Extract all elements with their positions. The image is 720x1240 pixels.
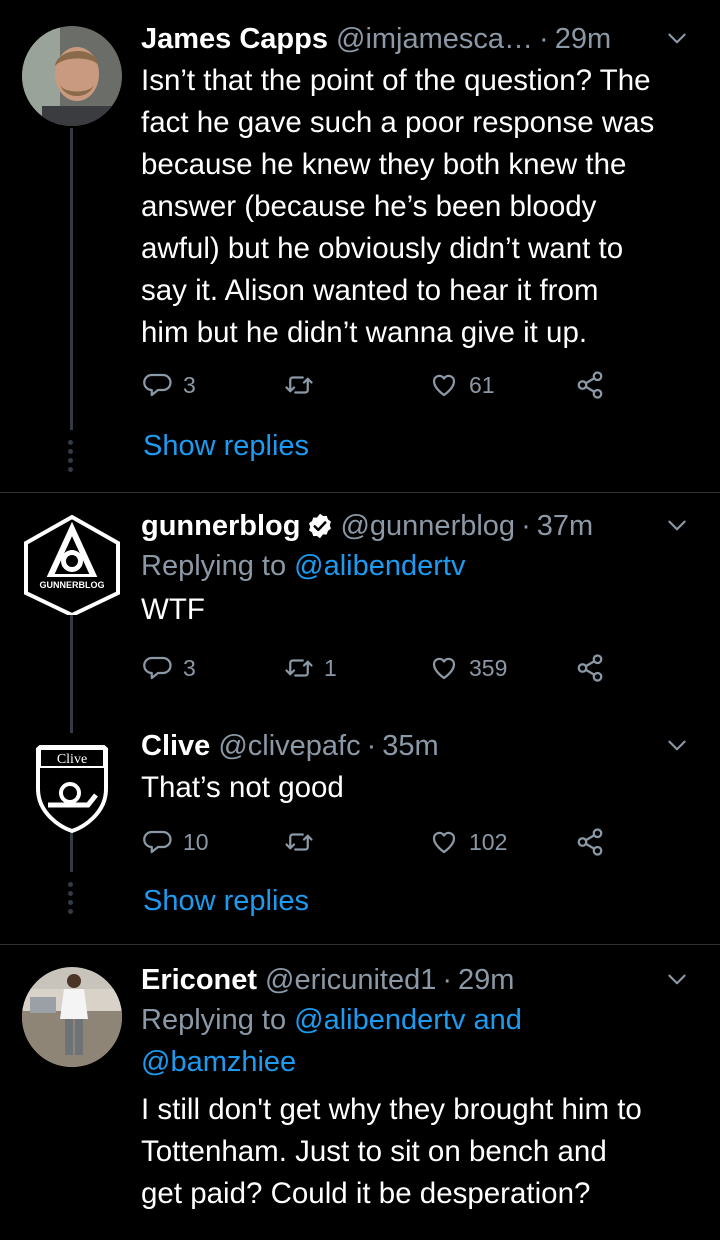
show-replies-link[interactable]: Show replies [143,885,309,918]
tweet-text: I still don't get why they brought him t… [141,1093,642,1210]
chevron-down-icon[interactable] [664,733,690,759]
heart-icon [429,827,459,857]
reply-count: 10 [183,828,209,855]
display-name[interactable]: Ericonet [141,961,257,999]
chevron-down-icon[interactable] [664,967,690,993]
mention-link[interactable]: @bamzhiee [141,1041,690,1083]
share-button[interactable] [575,653,605,683]
avatar[interactable]: Clive [22,733,122,833]
tweet[interactable]: James Capps @imjamesca… · 29m Isn’t that… [0,0,720,490]
share-icon [575,653,605,683]
show-replies-link[interactable]: Show replies [143,430,309,463]
tweet-header: James Capps @imjamesca… · 29m [141,20,690,58]
share-icon [575,370,605,400]
retweet-icon [284,370,314,400]
user-handle[interactable]: @gunnerblog [340,507,515,545]
tweet-text: WTF [141,593,205,626]
tweet[interactable]: Clive Clive @clivepafc · 35m That’s not … [0,713,720,943]
mention-link[interactable]: @alibendertv and [294,1004,522,1036]
verified-badge-icon [309,513,332,539]
timestamp[interactable]: 37m [537,507,593,545]
replying-to: Replying to @alibendertv and @bamzhiee [141,999,690,1083]
share-icon [575,827,605,857]
tweet-text: Isn’t that the point of the question? Th… [141,64,655,349]
reply-button[interactable]: 3 [143,370,196,400]
tweet-header: Clive @clivepafc · 35m [141,727,690,765]
avatar-label: GUNNERBLOG [40,580,105,590]
like-button[interactable]: 61 [429,370,495,400]
display-name[interactable]: James Capps [141,20,328,58]
tweet[interactable]: GUNNERBLOG gunnerblog @gunnerblog · 37m … [0,493,720,713]
retweet-icon [284,827,314,857]
retweet-icon [284,653,314,683]
retweet-button[interactable]: 1 [284,653,337,683]
like-button[interactable]: 102 [429,827,507,857]
retweet-count: 1 [324,654,337,681]
display-name[interactable]: gunnerblog [141,507,300,545]
tweet-header: gunnerblog @gunnerblog · 37m [141,507,690,545]
avatar[interactable] [22,26,122,126]
mention-link[interactable]: @alibendertv [294,550,465,582]
like-count: 102 [469,828,508,855]
reply-icon [143,827,173,857]
user-handle[interactable]: @clivepafc [218,727,360,765]
reply-icon [143,370,173,400]
reply-count: 3 [183,654,196,681]
avatar[interactable]: GUNNERBLOG [22,515,122,615]
retweet-button[interactable] [284,370,314,400]
avatar[interactable] [22,967,122,1067]
user-handle[interactable]: @ericunited1 [265,961,436,999]
retweet-button[interactable] [284,827,314,857]
like-button[interactable]: 359 [429,653,507,683]
timestamp[interactable]: 35m [382,727,438,765]
tweet[interactable]: Ericonet @ericunited1 · 29m Replying to … [0,945,720,1240]
reply-button[interactable]: 10 [143,827,209,857]
user-handle[interactable]: @imjamesca… [336,20,533,58]
timestamp[interactable]: 29m [458,961,514,999]
tweet-header: Ericonet @ericunited1 · 29m [141,961,690,999]
reply-button[interactable]: 3 [143,653,196,683]
heart-icon [429,370,459,400]
avatar-label: Clive [57,752,87,767]
like-count: 359 [469,654,508,681]
heart-icon [429,653,459,683]
like-count: 61 [469,371,495,398]
display-name[interactable]: Clive [141,727,210,765]
share-button[interactable] [575,370,605,400]
timestamp[interactable]: 29m [555,20,611,58]
tweet-text: That’s not good [141,771,344,804]
chevron-down-icon[interactable] [664,513,690,539]
chevron-down-icon[interactable] [664,26,690,52]
share-button[interactable] [575,827,605,857]
replying-to: Replying to @alibendertv [141,550,466,582]
reply-count: 3 [183,371,196,398]
reply-icon [143,653,173,683]
